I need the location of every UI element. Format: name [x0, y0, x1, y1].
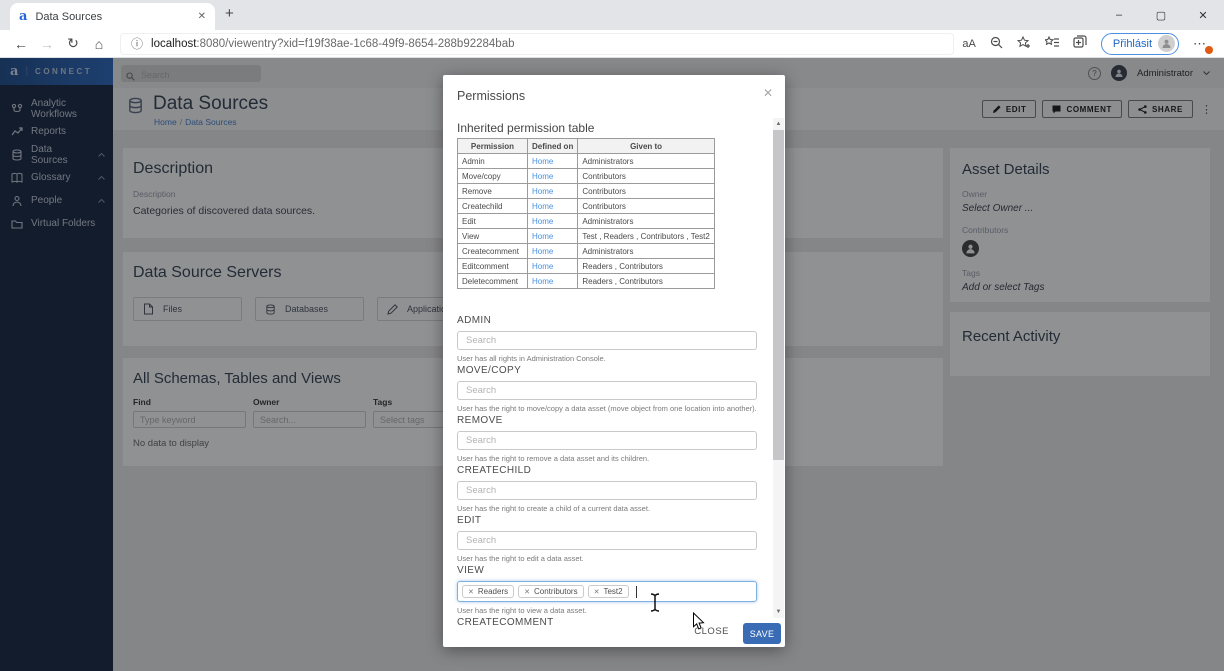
dialog-title: Permissions: [457, 89, 525, 103]
col-permission: Permission: [458, 139, 528, 154]
home-link[interactable]: Home: [532, 187, 553, 196]
table-row: Move/copyHomeContributors: [458, 169, 715, 184]
browser-toolbar: ← → ↻ ⌂ ⓘ localhost:8080/viewentry?xid=f…: [0, 30, 1224, 58]
chip-remove-icon[interactable]: ✕: [594, 588, 600, 596]
chip-contributors[interactable]: ✕Contributors: [518, 585, 583, 598]
home-link[interactable]: Home: [532, 247, 553, 256]
chip-readers[interactable]: ✕Readers: [462, 585, 514, 598]
favorites-add-icon[interactable]: [1017, 36, 1031, 52]
scrollbar-thumb[interactable]: [773, 130, 784, 460]
createchild-search-input[interactable]: [457, 481, 757, 500]
home-icon[interactable]: ⌂: [86, 36, 112, 52]
permission-section-createchild: CREATECHILD User has the right to create…: [457, 465, 757, 515]
notification-badge: [1204, 45, 1214, 55]
chip-remove-icon[interactable]: ✕: [468, 588, 474, 596]
home-link[interactable]: Home: [532, 157, 553, 166]
window-close-button[interactable]: ✕: [1182, 0, 1224, 30]
permission-section-remove: REMOVE User has the right to remove a da…: [457, 415, 757, 465]
table-row: DeletecommentHomeReaders , Contributors: [458, 274, 715, 289]
admin-search-input[interactable]: [457, 331, 757, 350]
home-link[interactable]: Home: [532, 217, 553, 226]
new-tab-button[interactable]: +: [225, 5, 234, 22]
col-defined-on: Defined on: [528, 139, 578, 154]
profile-avatar-icon: [1158, 35, 1175, 52]
tab-close-icon[interactable]: ✕: [198, 11, 206, 22]
movecopy-search-input[interactable]: [457, 381, 757, 400]
scroll-down-icon[interactable]: ▼: [773, 606, 784, 618]
signin-button[interactable]: Přihlásit: [1101, 33, 1179, 55]
permission-section-movecopy: MOVE/COPY User has the right to move/cop…: [457, 365, 757, 415]
browser-tab-strip: a Data Sources ✕ + – ▢ ✕: [0, 0, 1224, 30]
site-info-icon[interactable]: ⓘ: [131, 35, 143, 52]
scroll-up-icon[interactable]: ▲: [773, 118, 784, 130]
home-link[interactable]: Home: [532, 262, 553, 271]
signin-label: Přihlásit: [1113, 38, 1152, 50]
save-button[interactable]: SAVE: [743, 623, 781, 644]
text-caret: [636, 586, 637, 598]
edit-search-input[interactable]: [457, 531, 757, 550]
favicon-icon: a: [19, 9, 27, 24]
home-link[interactable]: Home: [532, 202, 553, 211]
home-link[interactable]: Home: [532, 172, 553, 181]
table-row: AdminHomeAdministrators: [458, 154, 715, 169]
chip-remove-icon[interactable]: ✕: [524, 588, 530, 596]
tab-groups-icon[interactable]: [1073, 35, 1087, 52]
zoom-out-icon[interactable]: [990, 36, 1003, 52]
table-row: CreatechildHomeContributors: [458, 199, 715, 214]
permission-section-admin: ADMIN User has all rights in Administrat…: [457, 315, 757, 365]
refresh-icon[interactable]: ↻: [60, 35, 86, 52]
translate-icon[interactable]: aA: [962, 38, 975, 50]
ibeam-cursor: [648, 592, 662, 618]
inherited-permissions-table: Permission Defined on Given to AdminHome…: [457, 138, 715, 289]
col-given-to: Given to: [578, 139, 714, 154]
url-text[interactable]: localhost:8080/viewentry?xid=f19f38ae-1c…: [151, 38, 514, 50]
tab-title: Data Sources: [35, 11, 189, 23]
table-row: EditcommentHomeReaders , Contributors: [458, 259, 715, 274]
close-icon[interactable]: ✕: [763, 86, 773, 100]
permission-section-edit: EDIT User has the right to edit a data a…: [457, 515, 757, 565]
inherited-table-heading: Inherited permission table: [457, 121, 594, 135]
browser-tab[interactable]: a Data Sources ✕: [10, 3, 215, 30]
browser-menu-button[interactable]: ⋯: [1193, 36, 1210, 52]
permissions-dialog: Permissions ✕ Inherited permission table…: [443, 75, 785, 647]
permission-section-view: VIEW ✕Readers ✕Contributors ✕Test2 User …: [457, 565, 757, 617]
window-restore-button[interactable]: ▢: [1140, 0, 1182, 30]
home-link[interactable]: Home: [532, 232, 553, 241]
home-link[interactable]: Home: [532, 277, 553, 286]
url-path: :8080/viewentry?xid=f19f38ae-1c68-49f9-8…: [196, 38, 514, 50]
back-icon[interactable]: ←: [8, 36, 34, 52]
table-row: RemoveHomeContributors: [458, 184, 715, 199]
modal-scrollbar[interactable]: ▲ ▼: [773, 118, 784, 618]
address-bar[interactable]: ⓘ localhost:8080/viewentry?xid=f19f38ae-…: [120, 33, 954, 55]
pointer-cursor: [692, 612, 705, 636]
forward-icon: →: [34, 36, 60, 52]
url-host: localhost: [151, 38, 196, 50]
table-row: ViewHomeTest , Readers , Contributors , …: [458, 229, 715, 244]
remove-search-input[interactable]: [457, 431, 757, 450]
window-minimize-button[interactable]: –: [1098, 0, 1140, 30]
view-chip-input[interactable]: ✕Readers ✕Contributors ✕Test2: [457, 581, 757, 602]
collections-icon[interactable]: [1045, 36, 1059, 52]
chip-test2[interactable]: ✕Test2: [588, 585, 629, 598]
table-row: CreatecommentHomeAdministrators: [458, 244, 715, 259]
table-row: EditHomeAdministrators: [458, 214, 715, 229]
